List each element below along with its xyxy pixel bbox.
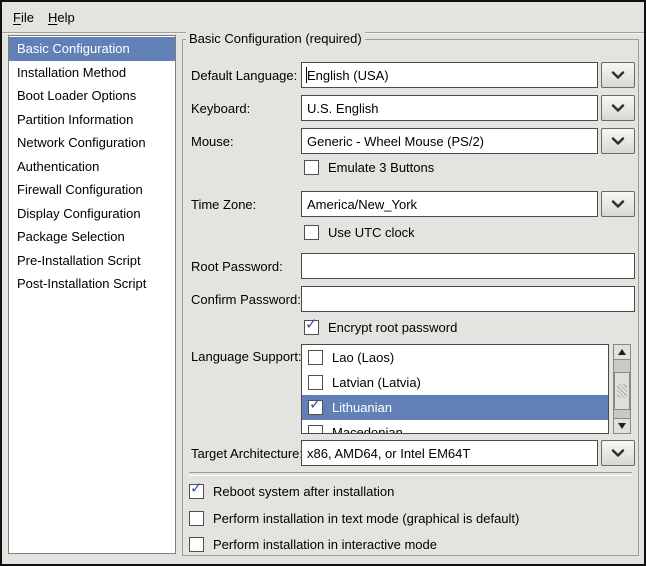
default-language-dropdown-button[interactable] (601, 62, 635, 88)
chevron-down-icon (611, 104, 625, 113)
interactive-mode-checkbox[interactable]: ✓ (189, 537, 204, 552)
lithuanian-label: Lithuanian (332, 400, 392, 415)
scroll-up-icon (618, 349, 626, 355)
scroll-up-button[interactable] (613, 344, 631, 360)
time-zone-label: Time Zone: (191, 197, 301, 212)
root-password-row: Root Password: (191, 253, 635, 279)
target-architecture-combo (301, 440, 635, 466)
chevron-down-icon (611, 200, 625, 209)
list-item-macedonian[interactable]: ✓ Macedonian (302, 420, 608, 434)
menu-bar: File Help (2, 2, 644, 33)
sidebar-item-authentication[interactable]: Authentication (9, 155, 175, 179)
lithuanian-checkbox[interactable]: ✓ (308, 400, 323, 415)
checkmark-icon: ✓ (305, 317, 318, 332)
checkmark-icon: ✓ (190, 481, 203, 496)
latvian-checkbox[interactable]: ✓ (308, 375, 323, 390)
emulate-3-buttons-row: ✓ Emulate 3 Buttons (304, 158, 434, 176)
use-utc-clock-row: ✓ Use UTC clock (304, 223, 415, 241)
time-zone-combo (301, 191, 635, 217)
target-architecture-dropdown-button[interactable] (601, 440, 635, 466)
separator (189, 472, 632, 476)
reboot-row: ✓ Reboot system after installation (189, 482, 394, 500)
emulate-3-buttons-label: Emulate 3 Buttons (328, 160, 434, 175)
emulate-3-buttons-checkbox[interactable]: ✓ (304, 160, 319, 175)
sidebar-item-installation-method[interactable]: Installation Method (9, 61, 175, 85)
chevron-down-icon (611, 137, 625, 146)
scroll-down-button[interactable] (613, 418, 631, 434)
time-zone-input[interactable] (301, 191, 598, 217)
sidebar-item-pre-installation-script[interactable]: Pre-Installation Script (9, 249, 175, 273)
scrollbar-track[interactable] (613, 360, 631, 418)
text-mode-row: ✓ Perform installation in text mode (gra… (189, 509, 519, 527)
language-support-row: Language Support: ✓ Lao (Laos) ✓ Latvian… (191, 344, 635, 434)
language-list-scrollbar (613, 344, 631, 434)
language-support-list[interactable]: ✓ Lao (Laos) ✓ Latvian (Latvia) ✓ Lithua… (301, 344, 609, 434)
sidebar-item-firewall-configuration[interactable]: Firewall Configuration (9, 178, 175, 202)
list-item-latvian[interactable]: ✓ Latvian (Latvia) (302, 370, 608, 395)
mouse-input[interactable] (301, 128, 598, 154)
encrypt-root-password-checkbox[interactable]: ✓ (304, 320, 319, 335)
section-list: Basic Configuration Installation Method … (8, 35, 176, 554)
reboot-checkbox[interactable]: ✓ (189, 484, 204, 499)
sidebar-item-partition-information[interactable]: Partition Information (9, 108, 175, 132)
basic-configuration-panel: Basic Configuration (required) Default L… (182, 39, 639, 556)
chevron-down-icon (611, 449, 625, 458)
text-cursor (306, 67, 307, 83)
lao-checkbox[interactable]: ✓ (308, 350, 323, 365)
list-item-lithuanian[interactable]: ✓ Lithuanian (302, 395, 608, 420)
text-mode-label: Perform installation in text mode (graph… (213, 511, 519, 526)
language-support-label: Language Support: (191, 349, 301, 364)
mouse-row: Mouse: (191, 128, 635, 154)
sidebar-item-post-installation-script[interactable]: Post-Installation Script (9, 272, 175, 296)
mouse-combo (301, 128, 635, 154)
menu-help[interactable]: Help (41, 6, 82, 29)
macedonian-checkbox[interactable]: ✓ (308, 425, 323, 434)
mouse-dropdown-button[interactable] (601, 128, 635, 154)
macedonian-label: Macedonian (332, 425, 403, 434)
scroll-down-icon (618, 423, 626, 429)
confirm-password-label: Confirm Password: (191, 292, 301, 307)
default-language-combo (301, 62, 635, 88)
panel-title: Basic Configuration (required) (186, 31, 365, 46)
target-architecture-label: Target Architecture: (191, 446, 301, 461)
confirm-password-field[interactable] (301, 286, 635, 312)
lao-label: Lao (Laos) (332, 350, 394, 365)
menu-file[interactable]: File (6, 6, 41, 29)
keyboard-combo (301, 95, 635, 121)
text-mode-checkbox[interactable]: ✓ (189, 511, 204, 526)
chevron-down-icon (611, 71, 625, 80)
sidebar-item-boot-loader-options[interactable]: Boot Loader Options (9, 84, 175, 108)
list-item-lao[interactable]: ✓ Lao (Laos) (302, 345, 608, 370)
keyboard-input[interactable] (301, 95, 598, 121)
sidebar-item-package-selection[interactable]: Package Selection (9, 225, 175, 249)
use-utc-clock-label: Use UTC clock (328, 225, 415, 240)
target-architecture-input[interactable] (301, 440, 598, 466)
time-zone-row: Time Zone: (191, 191, 635, 217)
interactive-mode-row: ✓ Perform installation in interactive mo… (189, 535, 437, 553)
default-language-label: Default Language: (191, 68, 301, 83)
sidebar-item-network-configuration[interactable]: Network Configuration (9, 131, 175, 155)
checkmark-icon: ✓ (309, 397, 322, 412)
target-architecture-row: Target Architecture: (191, 440, 635, 466)
encrypt-root-password-row: ✓ Encrypt root password (304, 318, 457, 336)
use-utc-clock-checkbox[interactable]: ✓ (304, 225, 319, 240)
root-password-label: Root Password: (191, 259, 301, 274)
sidebar-item-basic-configuration[interactable]: Basic Configuration (9, 37, 175, 61)
default-language-input[interactable] (301, 62, 598, 88)
confirm-password-row: Confirm Password: (191, 286, 635, 312)
mouse-label: Mouse: (191, 134, 301, 149)
scrollbar-thumb[interactable] (614, 372, 630, 410)
keyboard-row: Keyboard: (191, 95, 635, 121)
default-language-row: Default Language: (191, 62, 635, 88)
encrypt-root-password-label: Encrypt root password (328, 320, 457, 335)
reboot-label: Reboot system after installation (213, 484, 394, 499)
interactive-mode-label: Perform installation in interactive mode (213, 537, 437, 552)
kickstart-configurator-window: File Help Basic Configuration Installati… (0, 0, 646, 566)
latvian-label: Latvian (Latvia) (332, 375, 421, 390)
keyboard-label: Keyboard: (191, 101, 301, 116)
root-password-field[interactable] (301, 253, 635, 279)
sidebar-item-display-configuration[interactable]: Display Configuration (9, 202, 175, 226)
time-zone-dropdown-button[interactable] (601, 191, 635, 217)
keyboard-dropdown-button[interactable] (601, 95, 635, 121)
